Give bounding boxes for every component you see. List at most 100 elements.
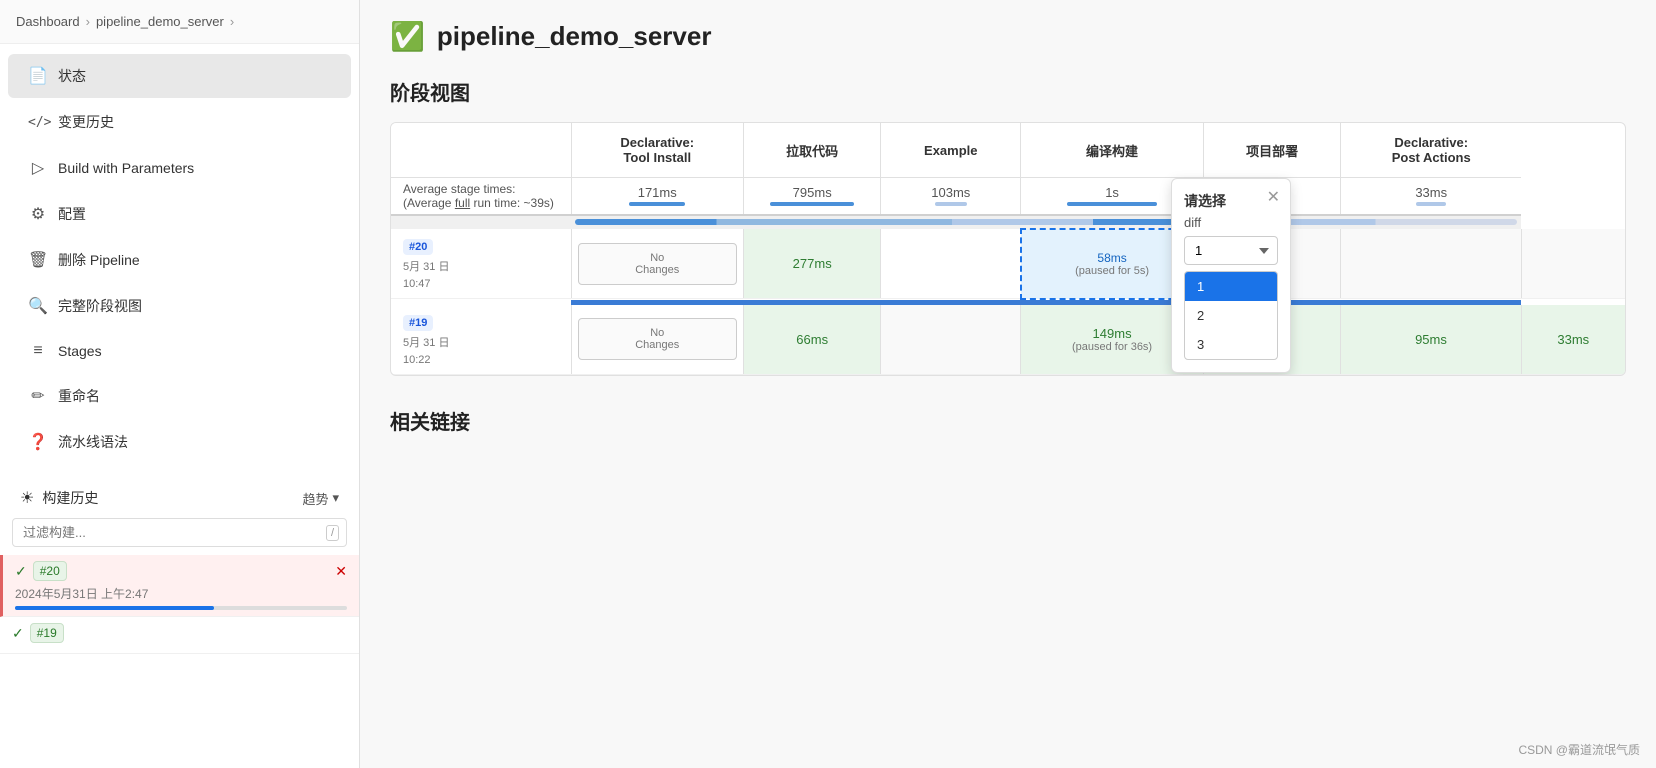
dropdown-option-3[interactable]: 3 <box>1185 330 1277 359</box>
sidebar-item-stages[interactable]: ≡ Stages <box>8 330 351 372</box>
waterfall-row <box>391 215 1625 229</box>
build-19-time-cell: 10:22 <box>403 354 431 366</box>
sidebar-item-settings[interactable]: ⚙ 配置 <box>8 192 351 236</box>
sidebar-label-rename: 重命名 <box>58 386 100 406</box>
dropdown-options-list: 1 2 3 <box>1184 271 1278 360</box>
stage-table: Declarative: Tool Install 拉取代码 Example 编… <box>391 123 1625 375</box>
build-19-stage-time: 149ms <box>1037 326 1187 341</box>
build-history-section: ☀ 构建历史 趋势 ▾ / ✓ #20 <box>0 478 359 654</box>
avg-label3: run time: ~39s) <box>474 196 554 210</box>
breadcrumb-dashboard[interactable]: Dashboard <box>16 14 80 29</box>
build-params-icon: ▷ <box>28 158 48 178</box>
pipeline-status-icon: ✅ <box>390 20 425 53</box>
build-20-paused: (paused for 5s) <box>1038 265 1187 277</box>
sidebar-item-status[interactable]: 📄 状态 <box>8 54 351 98</box>
avg-time-5: 33ms <box>1341 178 1521 216</box>
build-20-num: ✓ #20 <box>15 561 67 581</box>
build-20-date: 2024年5月31日 上午2:47 <box>15 585 347 602</box>
build-19-cell-0[interactable]: 66ms <box>743 305 880 375</box>
stage-view-title: 阶段视图 <box>390 77 1626 106</box>
avg-time-0: 171ms <box>571 178 743 216</box>
build-history-label: 构建历史 <box>42 488 98 508</box>
breadcrumb-sep1: › <box>86 14 90 29</box>
avg-time-2: 103ms <box>881 178 1021 216</box>
breadcrumb-sep2: › <box>230 14 234 29</box>
dropdown-option-2[interactable]: 2 <box>1185 301 1277 330</box>
sidebar-item-build-params[interactable]: ▷ Build with Parameters <box>8 146 351 190</box>
build-20-cell-1 <box>881 229 1021 299</box>
no-changes-box-19: NoChanges <box>578 318 737 360</box>
sidebar-label-stages: Stages <box>58 343 102 359</box>
avg-full-text: full <box>455 196 470 210</box>
trend-button[interactable]: 趋势 ▾ <box>302 489 339 508</box>
build-19-num: ✓ #19 <box>12 623 64 643</box>
build-19-cell-4[interactable]: 95ms <box>1341 305 1521 375</box>
sidebar-item-change-history[interactable]: </> 变更历史 <box>8 100 351 144</box>
build-19-header: ✓ #19 <box>12 623 347 643</box>
build-20-cell-5 <box>1521 229 1625 299</box>
build-20-close[interactable]: ✕ <box>335 563 347 580</box>
related-links-title: 相关链接 <box>390 406 1626 435</box>
sidebar-label-delete: 删除 Pipeline <box>58 250 140 270</box>
sidebar-label-pipeline-syntax: 流水线语法 <box>58 432 128 452</box>
build-19-badge: #19 <box>30 623 64 643</box>
col-example: Example <box>881 123 1021 178</box>
col-compile: 编译构建 <box>1021 123 1204 178</box>
page-header: ✅ pipeline_demo_server <box>390 20 1626 53</box>
sun-icon: ☀ <box>20 488 34 508</box>
breadcrumb: Dashboard › pipeline_demo_server › <box>0 0 359 44</box>
build-19-cell-5[interactable]: 33ms <box>1521 305 1625 375</box>
build-row-19: #19 5月 31 日 10:22 NoChanges 66ms 149ms (… <box>391 305 1625 375</box>
status-icon: 📄 <box>28 66 48 86</box>
col-declarative-tool: Declarative: Tool Install <box>571 123 743 178</box>
build-item-20[interactable]: ✓ #20 ✕ 2024年5月31日 上午2:47 <box>0 555 359 617</box>
build-item-19[interactable]: ✓ #19 <box>0 617 359 654</box>
sidebar-item-rename[interactable]: ✏ 重命名 <box>8 374 351 418</box>
build-19-cell-1 <box>881 305 1021 375</box>
build-19-paused: (paused for 36s) <box>1037 341 1187 353</box>
build-20-no-changes: NoChanges <box>571 229 743 299</box>
build-20-cell-0[interactable]: 277ms <box>743 229 880 299</box>
sidebar-item-pipeline-syntax[interactable]: ❓ 流水线语法 <box>8 420 351 464</box>
build-19-tag[interactable]: #19 <box>403 315 433 331</box>
sidebar-label-build-params: Build with Parameters <box>58 160 194 176</box>
filter-input[interactable] <box>12 518 347 547</box>
dropdown-select[interactable]: 1 <box>1184 236 1278 265</box>
change-history-icon: </> <box>28 115 48 130</box>
main-content: ✅ pipeline_demo_server 阶段视图 Declarative:… <box>360 0 1656 768</box>
col-deploy: 项目部署 <box>1203 123 1340 178</box>
build-20-success-icon: ✓ <box>15 563 27 580</box>
trend-label: 趋势 <box>302 489 328 508</box>
sidebar-label-full-stage: 完整阶段视图 <box>58 296 142 316</box>
sidebar-item-delete[interactable]: 🗑 删除 Pipeline <box>8 238 351 282</box>
col-pull-code: 拉取代码 <box>743 123 880 178</box>
sidebar-label-settings: 配置 <box>58 204 86 224</box>
avg-label2: (Average <box>403 196 451 210</box>
popup-diff-label: diff <box>1184 215 1278 230</box>
build-20-progress <box>15 606 347 610</box>
chevron-down-icon: ▾ <box>332 490 339 506</box>
build-20-progress-bar <box>15 606 214 610</box>
filter-shortcut: / <box>326 525 339 541</box>
build-20-stage-time: 58ms <box>1038 251 1187 265</box>
build-20-cell-4 <box>1341 229 1521 299</box>
page-title: pipeline_demo_server <box>437 21 712 52</box>
dropdown-popup: ✕ 请选择 diff 1 1 2 3 <box>1171 178 1291 373</box>
dropdown-option-1[interactable]: 1 <box>1185 272 1277 301</box>
sidebar-item-full-stage[interactable]: 🔍 完整阶段视图 <box>8 284 351 328</box>
build-20-tag[interactable]: #20 <box>403 239 433 255</box>
sidebar-label-status: 状态 <box>58 66 86 86</box>
build-row-20: #20 5月 31 日 10:47 NoChanges 277ms 58ms (… <box>391 229 1625 299</box>
build-20-header: ✓ #20 ✕ <box>15 561 347 581</box>
avg-label1: Average stage times: <box>403 182 516 196</box>
popup-close-button[interactable]: ✕ <box>1267 187 1280 207</box>
build-19-info: #19 5月 31 日 10:22 <box>391 305 571 375</box>
delete-icon: 🗑 <box>28 250 48 270</box>
breadcrumb-pipeline: pipeline_demo_server <box>96 14 224 29</box>
rename-icon: ✏ <box>28 386 48 406</box>
build-history-title: ☀ 构建历史 <box>20 488 98 508</box>
col-post-actions: Declarative: Post Actions <box>1341 123 1521 178</box>
nav-section: 📄 状态 </> 变更历史 ▷ Build with Parameters ⚙ … <box>0 52 359 466</box>
footer-brand: CSDN @霸道流氓气质 <box>1518 741 1640 758</box>
build-20-time-cell: 10:47 <box>403 278 431 290</box>
